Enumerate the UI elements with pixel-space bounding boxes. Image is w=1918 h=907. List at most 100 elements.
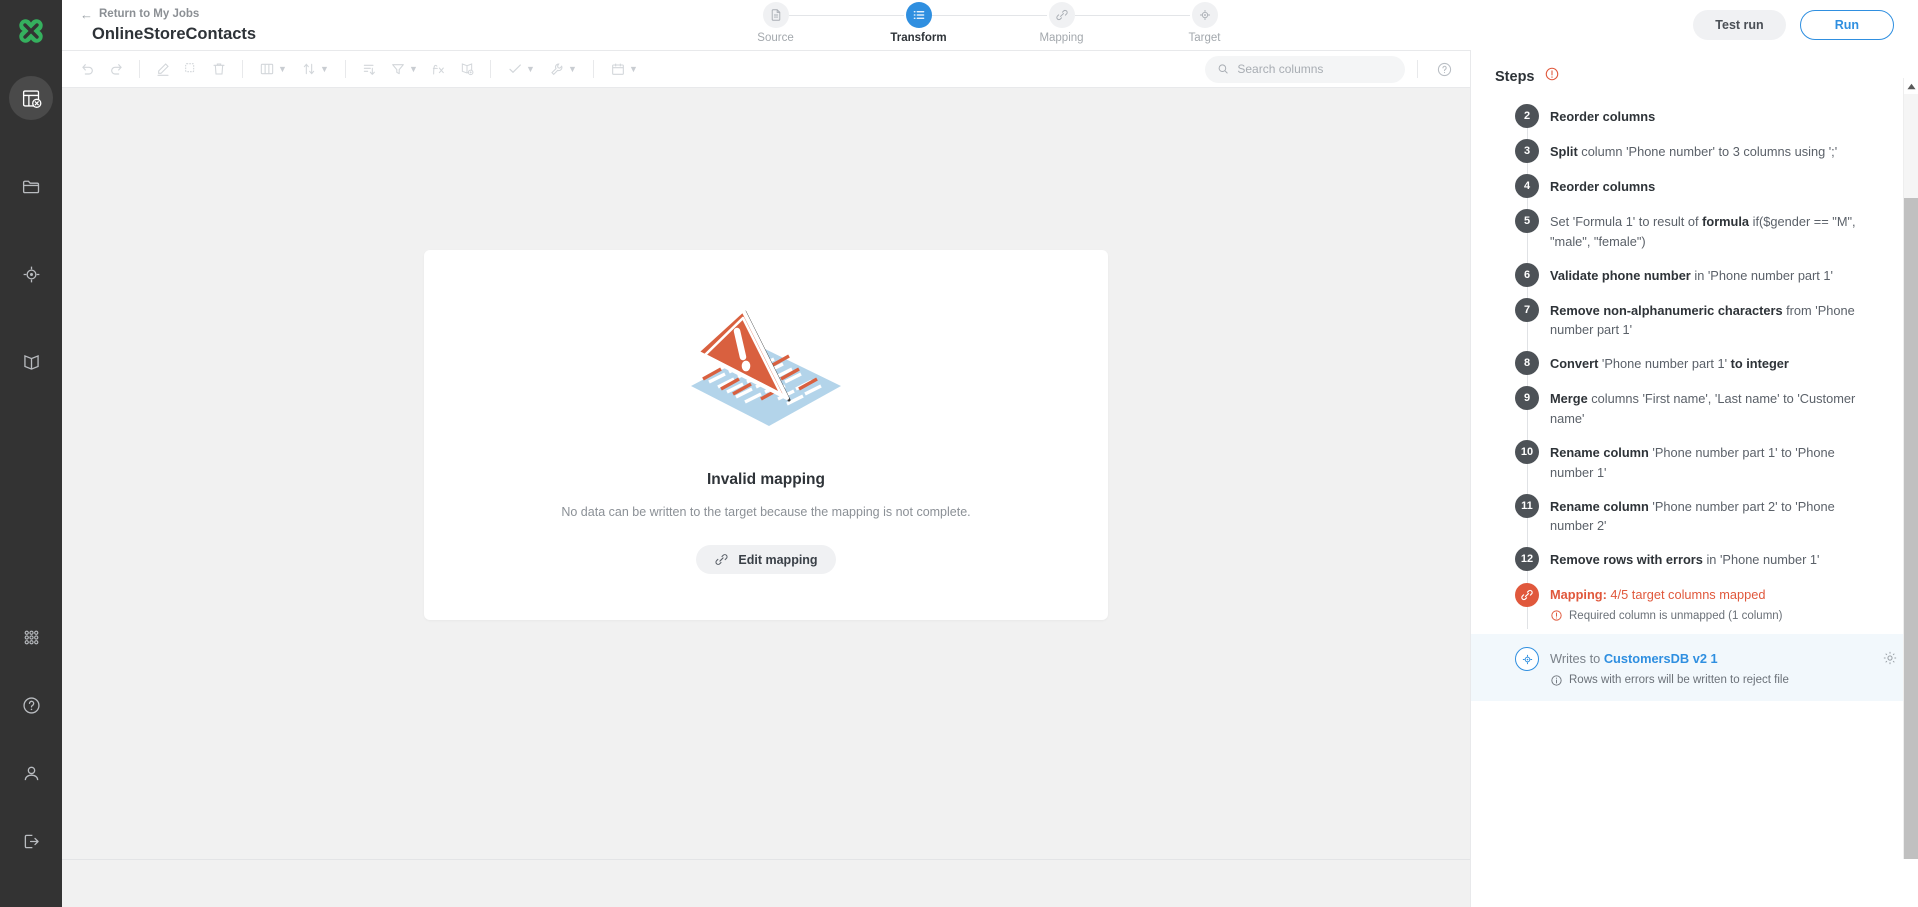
step-item[interactable]: 10 Rename column 'Phone number part 1' to… [1471,441,1918,483]
toolbar-divider [242,60,243,78]
scrollbar-thumb[interactable] [1904,198,1918,878]
sort-updown-icon[interactable]: ▼ [294,56,336,82]
step-description: Set 'Formula 1' to result of formula if(… [1550,210,1868,252]
link-icon [714,552,729,567]
link-icon [1515,583,1539,607]
step-item[interactable]: 9 Merge columns 'First name', 'Last name'… [1471,387,1918,429]
chevron-down-icon: ▼ [629,65,638,74]
transform-toolbar: ▼ ▼ [62,50,1470,88]
delete-trash-icon[interactable] [205,56,233,82]
target-icon [1192,2,1218,28]
canvas-area: Invalid mapping No data can be written t… [62,88,1470,859]
scroll-up-arrow-icon[interactable] [1904,78,1918,94]
date-calendar-icon[interactable]: ▼ [603,56,645,82]
step-number-badge: 6 [1515,263,1539,287]
apps-grid-icon[interactable] [9,615,53,659]
formula-fx-icon[interactable] [425,56,453,82]
page-title: OnlineStoreContacts [80,25,542,44]
step-description: Rename column 'Phone number part 1' to '… [1550,441,1868,483]
stage-mapping[interactable]: Mapping [990,0,1133,44]
workflow-stepper: Source Transform [704,0,1276,50]
info-circle-icon [1550,674,1563,687]
step-item[interactable]: 5Set 'Formula 1' to result of formula if… [1471,210,1918,252]
search-input[interactable] [1237,62,1393,76]
stage-connector [789,15,904,16]
canvas-column: ▼ ▼ [62,50,1470,907]
step-description: Reorder columns [1550,105,1655,128]
steps-panel-header: Steps [1471,50,1918,97]
stage-label: Mapping [1039,32,1083,44]
gear-icon[interactable] [1882,650,1898,671]
step-number-badge: 11 [1515,494,1539,518]
step-item[interactable]: 2Reorder columns [1471,105,1918,128]
stage-label: Source [757,32,793,44]
target-info-note: Rows with errors will be written to reje… [1550,674,1789,687]
toolbar-divider [1417,60,1418,78]
mapping-warning-label: Required column is unmapped (1 column) [1569,610,1783,622]
step-description: Convert 'Phone number part 1' to integer [1550,352,1789,375]
help-circle-icon[interactable] [9,683,53,727]
step-item[interactable]: 11Rename column 'Phone number part 2' to… [1471,495,1918,537]
stage-connector [1075,15,1190,16]
stage-label: Target [1189,32,1221,44]
tools-wrench-icon[interactable]: ▼ [542,56,584,82]
mapping-status-row[interactable]: Mapping: 4/5 target columns mapped Requir… [1471,583,1918,622]
duplicate-icon[interactable] [177,56,205,82]
step-number-badge: 12 [1515,547,1539,571]
lookup-book-icon[interactable] [453,56,481,82]
step-item[interactable]: 8 Convert 'Phone number part 1' to intege… [1471,352,1918,375]
edit-mapping-button[interactable]: Edit mapping [696,545,835,574]
rail-secondary-nav [9,615,53,907]
sidebar-item-folders[interactable] [9,164,53,208]
app-logo[interactable] [0,0,62,62]
user-icon[interactable] [9,751,53,795]
step-description: Remove non-alphanumeric characters from … [1550,299,1868,341]
columns-icon[interactable]: ▼ [252,56,294,82]
arrow-left-icon: ← [80,7,93,22]
steps-list: 2Reorder columns 3Split column 'Phone num… [1471,97,1918,701]
target-info-label: Rows with errors will be written to reje… [1569,674,1789,686]
edit-pencil-icon[interactable] [149,56,177,82]
help-circle-icon[interactable] [1430,56,1458,82]
steps-panel: Steps 2Reorder columns 3Split column 'Pho… [1470,50,1918,907]
validate-check-icon[interactable]: ▼ [500,56,542,82]
warning-circle-icon [1544,66,1560,87]
sidebar-item-docs[interactable] [9,340,53,384]
stage-source[interactable]: Source [704,0,847,44]
step-item[interactable]: 4Reorder columns [1471,175,1918,198]
filter-icon[interactable]: ▼ [383,56,425,82]
step-description: Merge columns 'First name', 'Last name' … [1550,387,1868,429]
canvas-footer [62,859,1470,907]
steps-scrollbar[interactable] [1903,78,1918,907]
step-item[interactable]: 7 Remove non-alphanumeric characters from… [1471,299,1918,341]
step-description: Remove rows with errors in 'Phone number… [1550,548,1819,571]
target-destination-text: Writes to CustomersDB v2 1 [1550,647,1789,668]
redo-icon[interactable] [102,56,130,82]
step-item[interactable]: 6Validate phone number in 'Phone number … [1471,264,1918,287]
header-title-block: ← Return to My Jobs OnlineStoreContacts [62,7,542,44]
stage-target[interactable]: Target [1133,0,1276,44]
link-icon [1049,2,1075,28]
return-link-label: Return to My Jobs [99,8,199,20]
step-number-badge: 7 [1515,298,1539,322]
sidebar-item-jobs[interactable] [9,76,53,120]
run-button[interactable]: Run [1800,10,1894,40]
stage-connector [932,15,1047,16]
return-to-jobs-link[interactable]: ← Return to My Jobs [80,7,542,22]
undo-icon[interactable] [74,56,102,82]
step-number-badge: 10 [1515,440,1539,464]
target-destination-row[interactable]: Writes to CustomersDB v2 1 Rows with erro… [1471,634,1918,700]
step-number-badge: 9 [1515,386,1539,410]
step-item[interactable]: 3Split column 'Phone number' to 3 column… [1471,140,1918,163]
sort-descending-icon[interactable] [355,56,383,82]
mapping-status-text: Mapping: 4/5 target columns mapped [1550,583,1783,604]
step-item[interactable]: 12 Remove rows with errors in 'Phone numb… [1471,548,1918,571]
mapping-warning-note: Required column is unmapped (1 column) [1550,609,1783,622]
steps-scroll-area[interactable]: 2Reorder columns 3Split column 'Phone num… [1471,97,1918,907]
step-number-badge: 8 [1515,351,1539,375]
search-columns-field[interactable] [1205,56,1405,83]
sidebar-item-targets[interactable] [9,252,53,296]
test-run-button[interactable]: Test run [1693,10,1785,40]
logout-icon[interactable] [9,819,53,863]
stage-transform[interactable]: Transform [847,0,990,44]
